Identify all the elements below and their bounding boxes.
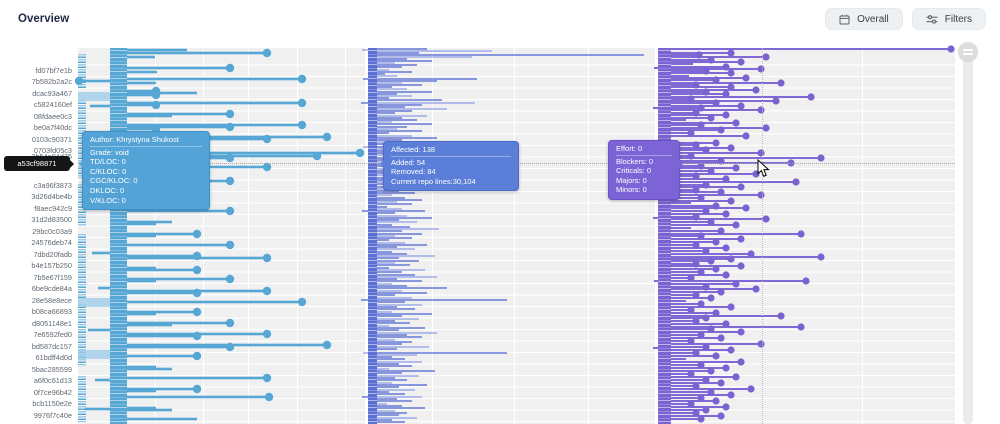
hash-label: 7dbd20fadb <box>33 249 72 259</box>
hash-label: 0103c90371 <box>31 134 72 144</box>
hash-label: 29bc0c03a9 <box>32 226 72 236</box>
crosshair-vertical-line <box>762 48 763 424</box>
tooltip-line: Added: 54 <box>391 157 426 167</box>
tooltip-line: CGC/KLOC: 0 <box>90 176 138 186</box>
tooltip-line: DKLOC: 0 <box>90 185 125 195</box>
hash-label: c3a96f3873 <box>33 180 72 190</box>
hash-label: 08fdaee0c3 <box>33 111 72 121</box>
grade-chart-panel[interactable] <box>74 48 365 424</box>
hash-label: b4e157b250 <box>31 261 72 270</box>
hash-label: c5824160ef <box>33 100 72 109</box>
overview-page: Overview Overall Filters fd07bf7e1b 7b58… <box>0 0 1000 424</box>
grade-tooltip: Author: Khrystyna Shukost Grade: void TD/L… <box>79 131 210 211</box>
issues-chart-panel[interactable] <box>653 45 955 424</box>
issues-tooltip: Effort: 0 Blockers: 0 Criticals: 0 Majors: … <box>608 140 683 200</box>
highlighted-commit-callout: a53cf98871 <box>4 156 74 171</box>
lines-chart-panel[interactable] <box>361 48 655 424</box>
tooltip-line: V/KLOC: 0 <box>90 195 126 205</box>
hash-label: 28e58e8ece <box>31 295 72 305</box>
tooltip-line: Blockers: 0 <box>616 156 654 166</box>
tooltip-arrow <box>75 160 83 168</box>
hash-label: 61bdff4d0d <box>35 353 72 362</box>
tooltip-line: Effort: 0 <box>616 144 672 156</box>
issues-bars <box>653 45 955 423</box>
lines-tooltip: Affected: 138 Added: 54 Removed: 84 Current… <box>380 141 519 192</box>
hash-label: 6be9cde84a <box>31 284 72 293</box>
hash-label: 7b582b2a2c <box>31 77 72 86</box>
tooltip-line: Criticals: 0 <box>616 166 652 176</box>
tooltip-line: TD/LOC: 0 <box>90 157 126 167</box>
tooltip-arrow <box>376 160 384 168</box>
page-title: Overview <box>18 13 70 25</box>
hash-label: b08ca66893 <box>31 307 72 316</box>
hash-label: 24576deb74 <box>31 238 72 247</box>
hash-label: fd07bf7e1b <box>35 65 72 75</box>
hash-label: 5bac285599 <box>31 364 72 374</box>
tooltip-line: Grade: void <box>90 147 129 157</box>
overall-button[interactable]: Overall <box>825 8 903 30</box>
tooltip-line: Majors: 0 <box>616 175 647 185</box>
calendar-icon <box>839 14 850 25</box>
tooltip-line: Author: Khrystyna Shukost <box>90 135 202 147</box>
lines-changed-bars <box>361 48 644 423</box>
hash-label: bd587dc157 <box>31 341 72 351</box>
scrollbar-handle[interactable] <box>958 42 978 62</box>
filters-button[interactable]: Filters <box>911 8 986 30</box>
hash-label: a6f0c61d13 <box>33 376 72 385</box>
hash-label: d8051148e1 <box>31 318 72 328</box>
hash-label: 7e6592fed0 <box>33 330 72 339</box>
tooltip-arrow <box>679 160 687 168</box>
tooltip-line: Affected: 138 <box>391 145 511 157</box>
mouse-cursor <box>757 158 771 183</box>
hash-label: be0a7f40dc <box>33 123 72 132</box>
tooltip-line: C/KLOC: 0 <box>90 166 127 176</box>
filters-button-label: Filters <box>944 13 972 25</box>
overall-button-label: Overall <box>857 13 889 25</box>
sliders-icon <box>926 14 938 25</box>
hash-label: 9976f7c40e <box>33 410 72 420</box>
hash-label: 3d26d4be4b <box>31 192 72 201</box>
commit-hash-labels: fd07bf7e1b 7b582b2a2c dcac93a467 c5824160ef… <box>0 48 72 424</box>
tooltip-line: Minors: 0 <box>616 185 647 195</box>
hash-label: 31d2d83500 <box>31 215 72 224</box>
hash-label: 0f7ce96b42 <box>33 387 72 397</box>
scrollbar-track[interactable] <box>963 45 973 424</box>
tooltip-line: Current repo lines:30,104 <box>391 176 476 186</box>
tooltip-line: Removed: 84 <box>391 167 436 177</box>
grade-metrics-bars <box>74 48 365 421</box>
header-buttons: Overall Filters <box>825 8 986 30</box>
hash-label: f8aec942c9 <box>34 203 72 213</box>
hash-label: bcb1150e2e <box>32 399 72 408</box>
hash-label: dcac93a467 <box>32 88 72 98</box>
hash-label: 7b5e67f159 <box>33 272 72 282</box>
